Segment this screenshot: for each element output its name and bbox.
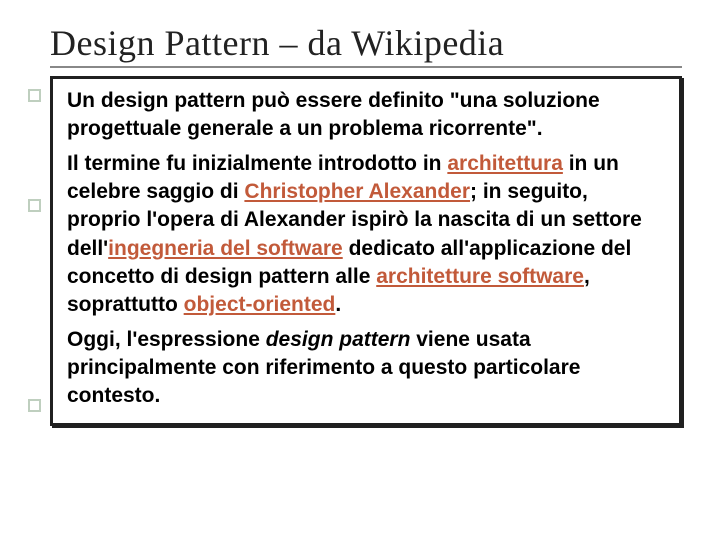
bullet-icon <box>28 199 41 212</box>
link-architetture-software[interactable]: architetture software <box>376 265 584 288</box>
bullet-icon <box>28 89 41 102</box>
text: . <box>335 293 341 316</box>
link-christopher-alexander[interactable]: Christopher Alexander <box>244 180 470 203</box>
content-box: Un design pattern può essere definito "u… <box>50 76 682 426</box>
link-architettura[interactable]: architettura <box>447 152 563 175</box>
link-ingegneria-del-software[interactable]: ingegneria del software <box>108 237 343 260</box>
paragraph-1: Un design pattern può essere definito "u… <box>67 87 665 144</box>
text: Un design pattern può essere definito "u… <box>67 89 600 140</box>
bullet-icon <box>28 399 41 412</box>
italic-text: design pattern <box>266 328 411 351</box>
text: Oggi, l'espressione <box>67 328 266 351</box>
slide: Design Pattern – da Wikipedia Un design … <box>0 0 720 540</box>
text: Il termine fu inizialmente introdotto in <box>67 152 447 175</box>
paragraph-3: Oggi, l'espressione design pattern viene… <box>67 326 665 411</box>
slide-title: Design Pattern – da Wikipedia <box>50 22 682 68</box>
link-object-oriented[interactable]: object-oriented <box>184 293 336 316</box>
paragraph-2: Il termine fu inizialmente introdotto in… <box>67 150 665 320</box>
